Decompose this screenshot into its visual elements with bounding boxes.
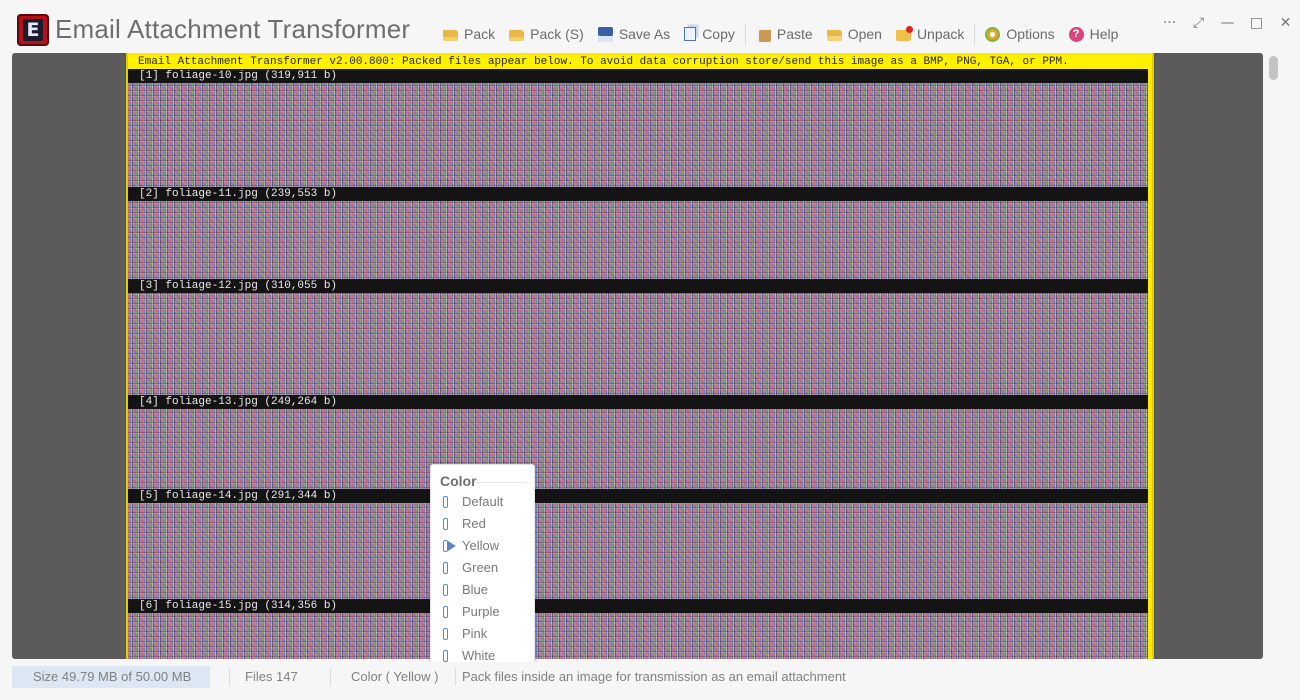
more-options-icon[interactable]: ··· [1155,10,1184,36]
floppy-disk-icon [597,26,613,42]
save-as-button[interactable]: Save As [591,22,677,46]
help-label: Help [1089,26,1119,42]
app-logo-icon: E [17,14,49,46]
option-marker-icon [443,496,448,508]
window-controls: ··· ⤢ — □ ✕ [1155,10,1300,36]
color-option-label: Red [462,516,486,531]
color-option-label: Green [462,560,499,575]
file-data-block-1 [128,83,1148,187]
color-option-purple[interactable]: Purple [431,601,534,623]
color-option-pink[interactable]: Pink [431,623,534,645]
file-label-5: [5] foliage-14.jpg (291,344 b) [128,489,1148,503]
file-label-2: [2] foliage-11.jpg (239,553 b) [128,187,1148,201]
color-option-label: Yellow [462,538,500,553]
open-folder-icon [826,30,842,41]
copy-button[interactable]: Copy [677,22,742,46]
maximize-icon[interactable]: □ [1242,10,1271,36]
status-files: Files 147 [245,669,298,684]
expand-icon[interactable]: ⤢ [1184,10,1213,36]
option-marker-icon [443,606,448,618]
pack-button[interactable]: Pack [436,22,502,46]
help-icon: ? [1068,26,1084,42]
option-marker-icon [443,518,448,530]
status-divider [455,668,456,686]
app-title: Email Attachment Transformer [55,14,411,44]
color-option-label: Blue [462,582,489,597]
color-menu-divider [476,482,526,483]
minimize-icon[interactable]: — [1213,10,1242,36]
options-label: Options [1006,26,1055,42]
file-data-block-4 [128,409,1148,489]
folder-icon [509,30,525,41]
option-marker-icon [443,650,448,662]
open-label: Open [847,26,882,42]
save-as-label: Save As [618,26,671,42]
toolbar-divider [744,23,746,45]
app-logo-letter: E [23,19,43,41]
option-marker-icon [443,628,448,640]
pack-label: Pack [464,26,496,42]
status-divider [330,668,331,686]
option-marker-icon [443,562,448,574]
file-data-block-5 [128,503,1148,599]
clipboard-icon [755,26,771,42]
status-divider [229,668,230,686]
toolbar: Pack Pack (S) Save As Copy Paste Open Un… [436,22,1125,46]
selected-arrow-icon [448,541,456,551]
color-option-label: Purple [462,604,500,619]
color-menu: Color Default Red Yellow Green Blue Purp… [430,464,535,671]
color-option-default[interactable]: Default [431,491,534,513]
paste-button[interactable]: Paste [749,22,820,46]
status-hint: Pack files inside an image for transmiss… [462,669,846,684]
file-data-block-6 [128,613,1148,659]
color-option-green[interactable]: Green [431,557,534,579]
toolbar-divider [974,23,976,45]
color-menu-title: Color [440,473,477,489]
copy-label: Copy [702,26,735,42]
open-button[interactable]: Open [820,22,889,46]
pack-s-label: Pack (S) [530,26,584,42]
file-label-1: [1] foliage-10.jpg (319,911 b) [128,69,1148,83]
unpack-label: Unpack [916,26,965,42]
color-option-yellow[interactable]: Yellow [431,535,534,557]
image-header-text: Email Attachment Transformer v2.00.800: … [128,55,1152,69]
pack-s-button[interactable]: Pack (S) [502,22,591,46]
options-button[interactable]: Options [978,22,1061,46]
app-window: E Email Attachment Transformer Pack Pack… [0,0,1300,700]
file-data-block-3 [128,293,1148,395]
gear-icon [985,26,1001,42]
close-icon[interactable]: ✕ [1271,10,1300,36]
status-size: Size 49.79 MB of 50.00 MB [12,666,210,688]
status-color: Color ( Yellow ) [351,669,439,684]
image-canvas[interactable]: Email Attachment Transformer v2.00.800: … [12,53,1263,659]
option-marker-icon [443,584,448,596]
color-option-red[interactable]: Red [431,513,534,535]
color-option-blue[interactable]: Blue [431,579,534,601]
vertical-scrollbar[interactable] [1266,53,1282,659]
file-label-4: [4] foliage-13.jpg (249,264 b) [128,395,1148,409]
unpack-button[interactable]: Unpack [889,22,971,46]
unpack-folder-icon [895,26,913,41]
folder-icon [443,30,458,41]
title-bar: E Email Attachment Transformer Pack Pack… [0,0,1300,52]
paste-label: Paste [776,26,813,42]
color-option-label: Default [462,494,504,509]
file-label-6: [6] foliage-15.jpg (314,356 b) [128,599,1148,613]
copy-icon [684,27,697,41]
color-option-label: Pink [462,626,488,641]
packed-image: Email Attachment Transformer v2.00.800: … [126,53,1154,659]
status-bar: Size 49.79 MB of 50.00 MB Files 147 Colo… [0,662,1300,700]
file-label-3: [3] foliage-12.jpg (310,055 b) [128,279,1148,293]
scroll-thumb[interactable] [1269,56,1278,80]
file-data-block-2 [128,201,1148,279]
help-button[interactable]: ? Help [1062,22,1126,46]
